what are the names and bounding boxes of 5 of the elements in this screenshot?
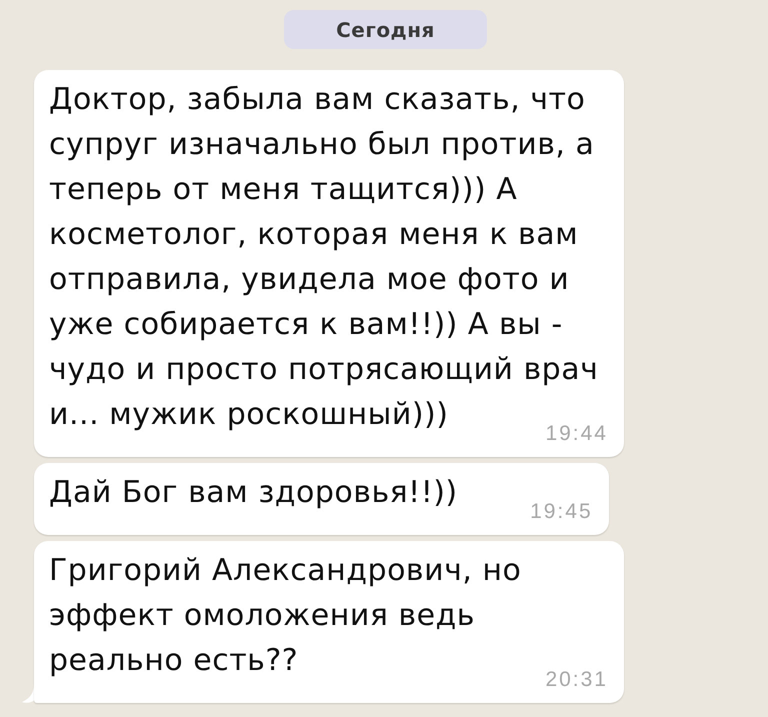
message-time: 19:45 (530, 501, 593, 523)
message-time: 20:31 (545, 669, 608, 691)
date-chip: Сегодня (284, 10, 487, 49)
message-text: Дай Бог вам здоровья!!)) (49, 475, 458, 510)
message-text: Григорий Александрович, но эффект омоложения ведь реально есть?? (49, 553, 522, 678)
